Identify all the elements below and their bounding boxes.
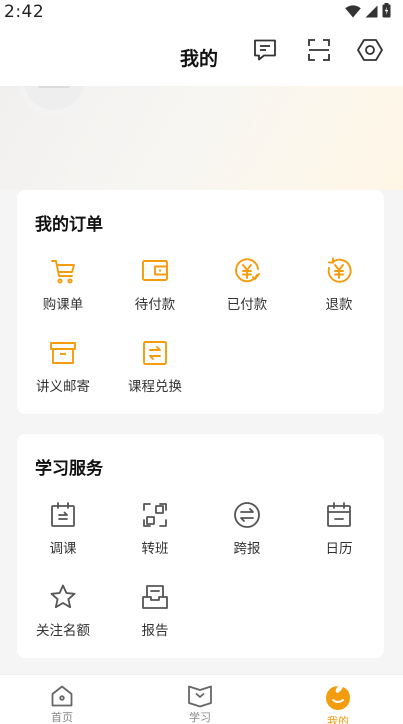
book-icon [186, 684, 214, 708]
services-title: 学习服务 [35, 459, 103, 479]
status-time: 2:42 [4, 2, 45, 22]
yen-check-icon [232, 256, 262, 286]
scan-icon [307, 38, 331, 66]
order-label-paid: 已付款 [226, 297, 268, 313]
order-item-refund[interactable]: 退款 [293, 256, 385, 326]
wallet-icon [140, 256, 170, 286]
service-item-report[interactable]: 报告 [109, 582, 201, 652]
box-icon [48, 338, 78, 368]
battery-icon [382, 2, 391, 22]
services-card: 学习服务 调课 转班 跨报 日历 关注名额 报告 [17, 434, 384, 658]
service-item-reschedule[interactable]: 调课 [17, 500, 109, 570]
status-bar: 2:42 [0, 0, 403, 24]
service-label-reschedule: 调课 [49, 541, 77, 557]
calendar-icon [324, 500, 354, 530]
tab-label-mine: 我的 [327, 715, 349, 724]
service-label-follow: 关注名额 [36, 623, 90, 639]
avatar[interactable] [18, 86, 90, 116]
service-label-transfer: 转班 [141, 541, 169, 557]
service-label-calendar: 日历 [325, 541, 353, 557]
tab-bar: 首页 学习 我的 [0, 674, 403, 724]
tab-mine[interactable]: 我的 [288, 675, 388, 724]
message-button[interactable] [251, 38, 279, 66]
wifi-icon [345, 3, 361, 22]
report-icon [140, 582, 170, 612]
order-label-mail: 讲义邮寄 [36, 379, 90, 395]
order-item-paid[interactable]: 已付款 [201, 256, 293, 326]
profile-icon [324, 684, 352, 712]
service-item-calendar[interactable]: 日历 [293, 500, 385, 570]
service-label-report: 报告 [141, 623, 169, 639]
tab-label-home: 首页 [51, 711, 73, 724]
page-title: 我的 [180, 48, 219, 70]
header: 我的 [0, 24, 403, 86]
order-label-unpaid: 待付款 [134, 297, 176, 313]
status-icons [345, 2, 391, 22]
cart-icon [48, 256, 78, 286]
tab-home[interactable]: 首页 [12, 675, 112, 724]
avatar-placeholder [38, 86, 70, 88]
order-label-exchange: 课程兑换 [128, 379, 182, 395]
settings-button[interactable] [356, 38, 384, 66]
transfer-class-icon [140, 500, 170, 530]
order-item-mail[interactable]: 讲义邮寄 [17, 338, 109, 408]
tab-study[interactable]: 学习 [150, 675, 250, 724]
scan-button[interactable] [305, 38, 333, 66]
service-item-transfer[interactable]: 转班 [109, 500, 201, 570]
yen-refund-icon [324, 256, 354, 286]
signal-icon [365, 3, 378, 22]
calendar-swap-icon [48, 500, 78, 530]
service-label-cross: 跨报 [233, 541, 261, 557]
service-item-follow[interactable]: 关注名额 [17, 582, 109, 652]
profile-area [0, 86, 403, 190]
orders-title: 我的订单 [35, 215, 103, 235]
order-label-refund: 退款 [325, 297, 353, 313]
service-item-cross[interactable]: 跨报 [201, 500, 293, 570]
orders-card: 我的订单 购课单 待付款 已付款 退款 讲义邮寄 课程兑换 [17, 190, 384, 414]
tab-label-study: 学习 [189, 711, 211, 724]
order-item-exchange[interactable]: 课程兑换 [109, 338, 201, 408]
home-icon [48, 684, 76, 708]
message-icon [252, 37, 278, 67]
order-item-cart[interactable]: 购课单 [17, 256, 109, 326]
exchange-icon [140, 338, 170, 368]
star-icon [48, 582, 78, 612]
order-label-cart: 购课单 [42, 297, 84, 313]
order-item-unpaid[interactable]: 待付款 [109, 256, 201, 326]
cross-enroll-icon [232, 500, 262, 530]
settings-icon [357, 37, 383, 67]
